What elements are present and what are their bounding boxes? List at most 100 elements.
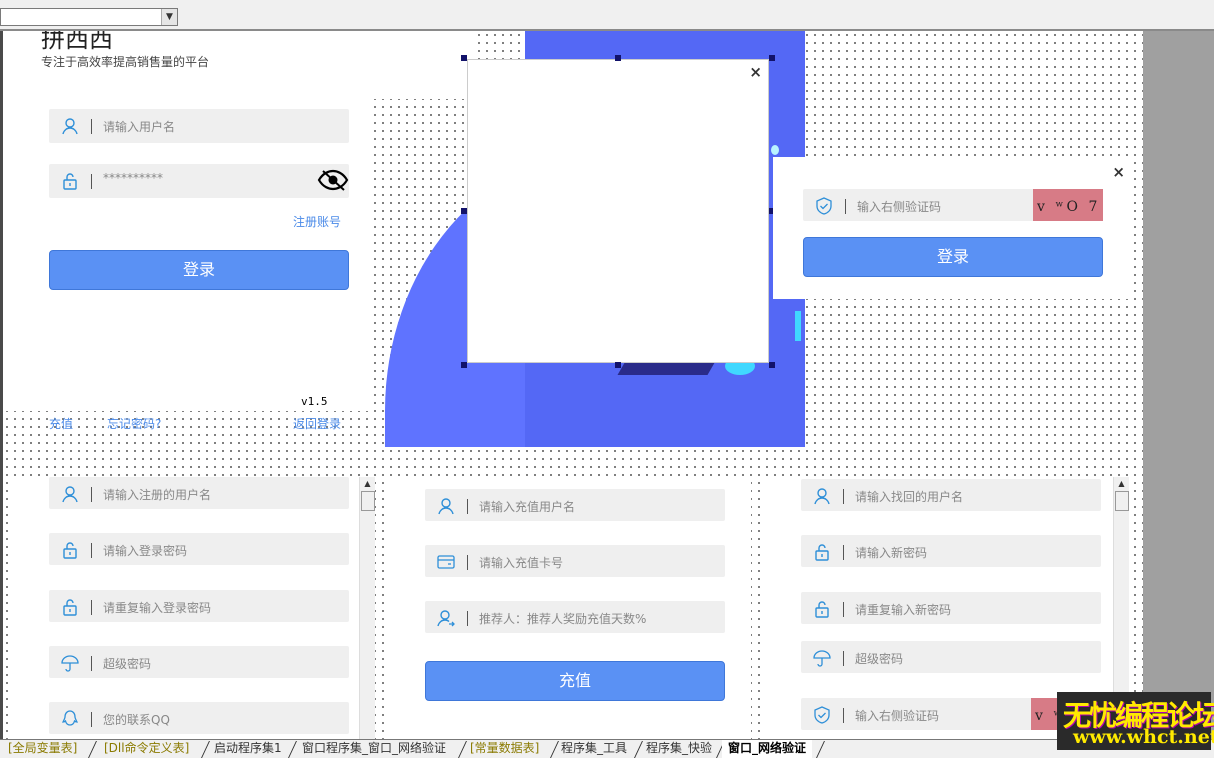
username-placeholder: 请输入用户名 bbox=[103, 120, 176, 134]
register-username-input[interactable]: 请输入注册的用户名 bbox=[49, 477, 349, 509]
lock-icon bbox=[815, 601, 829, 618]
tab-constants[interactable]: [常量数据表] bbox=[464, 740, 545, 758]
dialog-close-icon[interactable]: × bbox=[749, 63, 762, 81]
tab-startup-module[interactable]: 启动程序集1 bbox=[208, 740, 288, 758]
register-repeat-placeholder: 请重复输入登录密码 bbox=[103, 601, 212, 615]
recharge-referrer-input[interactable]: 推荐人：推荐人奖励充值天数% bbox=[425, 601, 725, 633]
field-separator bbox=[843, 489, 844, 504]
app-title: 拼西西 bbox=[41, 31, 113, 53]
register-repeat-password-input[interactable]: 请重复输入登录密码 bbox=[49, 590, 349, 622]
recover-username-placeholder: 请输入找回的用户名 bbox=[855, 490, 964, 504]
resize-handle[interactable] bbox=[461, 55, 467, 61]
forgot-password-link[interactable]: 忘记密码? bbox=[107, 415, 161, 432]
field-separator bbox=[467, 611, 468, 626]
umbrella-icon bbox=[813, 650, 831, 667]
resize-handle[interactable] bbox=[769, 362, 775, 368]
login-button[interactable]: 登录 bbox=[49, 250, 349, 290]
register-link[interactable]: 注册账号 bbox=[293, 213, 341, 230]
register-password-input[interactable]: 请输入登录密码 bbox=[49, 533, 349, 565]
field-separator bbox=[91, 712, 92, 727]
shield-icon bbox=[814, 706, 830, 724]
version-label: v1.5 bbox=[301, 395, 328, 408]
scroll-up-icon[interactable]: ▲ bbox=[1114, 477, 1129, 491]
user-icon bbox=[438, 498, 454, 515]
chevron-down-icon[interactable]: ▼ bbox=[161, 9, 177, 25]
recover-username-input[interactable]: 请输入找回的用户名 bbox=[801, 479, 1101, 511]
canvas-margin bbox=[1143, 31, 1214, 739]
recharge-username-input[interactable]: 请输入充值用户名 bbox=[425, 489, 725, 521]
bottom-tab-bar: [全局变量表] [Dll命令定义表] 启动程序集1 窗口程序集_窗口_网络验证 … bbox=[0, 739, 1214, 758]
scroll-thumb[interactable] bbox=[361, 491, 375, 511]
resize-handle[interactable] bbox=[461, 362, 467, 368]
user-icon bbox=[814, 488, 830, 505]
recover-new-password-input[interactable]: 请输入新密码 bbox=[801, 535, 1101, 567]
app-subtitle: 专注于高效率提高销售量的平台 bbox=[41, 55, 210, 69]
tab-separator bbox=[88, 741, 97, 758]
recover-captcha-placeholder: 输入右侧验证码 bbox=[855, 709, 940, 723]
user-share-icon bbox=[437, 610, 455, 627]
tab-kuaiyan-module[interactable]: 程序集_快验 bbox=[640, 740, 718, 758]
register-password-placeholder: 请输入登录密码 bbox=[103, 544, 188, 558]
resize-handle[interactable] bbox=[461, 208, 467, 214]
captcha-placeholder: 输入右侧验证码 bbox=[857, 200, 942, 214]
lock-icon bbox=[63, 542, 77, 559]
field-separator bbox=[91, 543, 92, 558]
recharge-panel: 请输入充值用户名 请输入充值卡号 推荐人：推荐人奖励充值天数% 充值 bbox=[389, 477, 751, 739]
tab-separator bbox=[816, 741, 825, 758]
field-separator bbox=[845, 199, 846, 214]
shield-icon bbox=[816, 197, 832, 215]
top-toolbar bbox=[0, 0, 1214, 30]
recover-new-password-placeholder: 请输入新密码 bbox=[855, 546, 928, 560]
illustration-dot bbox=[771, 145, 779, 155]
illustration-bar bbox=[795, 311, 801, 341]
captcha-close-icon[interactable]: × bbox=[1112, 163, 1125, 181]
object-selector-combo[interactable]: ▼ bbox=[0, 8, 178, 26]
tab-network-verify-window[interactable]: 窗口_网络验证 bbox=[722, 740, 813, 758]
blank-dialog[interactable]: × bbox=[467, 59, 769, 363]
tab-tools-module[interactable]: 程序集_工具 bbox=[555, 740, 633, 758]
umbrella-icon bbox=[61, 655, 79, 672]
resize-handle[interactable] bbox=[769, 55, 775, 61]
scroll-up-icon[interactable]: ▲ bbox=[360, 477, 375, 491]
field-separator bbox=[91, 656, 92, 671]
tab-dll-commands[interactable]: [Dll命令定义表] bbox=[98, 740, 195, 758]
captcha-image[interactable]: v ʷO 7 bbox=[1033, 189, 1103, 221]
design-canvas[interactable]: 拼西西 专注于高效率提高销售量的平台 请输入用户名 ********** 注册账… bbox=[0, 31, 1143, 739]
lock-icon bbox=[63, 173, 77, 190]
watermark-logo: 无忧编程论坛 www.whct.net bbox=[1057, 692, 1214, 750]
recharge-link[interactable]: 充值 bbox=[49, 415, 73, 432]
lock-icon bbox=[815, 544, 829, 561]
field-separator bbox=[467, 555, 468, 570]
register-qq-placeholder: 您的联系QQ bbox=[103, 713, 170, 727]
recover-super-password-input[interactable]: 超级密码 bbox=[801, 641, 1101, 673]
captcha-input[interactable]: 输入右侧验证码 v ʷO 7 bbox=[803, 189, 1103, 221]
field-separator bbox=[91, 174, 92, 189]
recharge-referrer-placeholder: 推荐人：推荐人奖励充值天数% bbox=[479, 612, 647, 626]
recover-captcha-input[interactable]: 输入右侧验证码 v ʷ bbox=[801, 698, 1101, 730]
tab-window-module[interactable]: 窗口程序集_窗口_网络验证 bbox=[296, 740, 452, 758]
recover-repeat-placeholder: 请重复输入新密码 bbox=[855, 603, 952, 617]
recover-repeat-password-input[interactable]: 请重复输入新密码 bbox=[801, 592, 1101, 624]
recharge-card-input[interactable]: 请输入充值卡号 bbox=[425, 545, 725, 577]
watermark-url: www.whct.net bbox=[1073, 726, 1214, 748]
register-super-password-input[interactable]: 超级密码 bbox=[49, 646, 349, 678]
scroll-thumb[interactable] bbox=[1115, 491, 1129, 511]
tab-global-variables[interactable]: [全局变量表] bbox=[2, 740, 83, 758]
field-separator bbox=[843, 545, 844, 560]
back-to-login-link[interactable]: 返回登录 bbox=[293, 415, 341, 432]
eye-hidden-icon[interactable] bbox=[317, 168, 349, 192]
register-username-placeholder: 请输入注册的用户名 bbox=[103, 488, 212, 502]
username-input[interactable]: 请输入用户名 bbox=[49, 109, 349, 143]
captcha-login-button[interactable]: 登录 bbox=[803, 237, 1103, 277]
recharge-button[interactable]: 充值 bbox=[425, 661, 725, 701]
register-qq-input[interactable]: 您的联系QQ bbox=[49, 702, 349, 734]
lock-icon bbox=[63, 599, 77, 616]
card-icon bbox=[437, 555, 455, 569]
field-separator bbox=[843, 708, 844, 723]
field-separator bbox=[91, 119, 92, 134]
register-panel: 请输入注册的用户名 请输入登录密码 请重复输入登录密码 超级密码 您的联系QQ … bbox=[11, 477, 375, 739]
register-scrollbar[interactable]: ▲ bbox=[359, 477, 375, 739]
resize-handle[interactable] bbox=[615, 55, 621, 61]
password-input[interactable]: ********** bbox=[49, 164, 349, 198]
resize-handle[interactable] bbox=[615, 362, 621, 368]
